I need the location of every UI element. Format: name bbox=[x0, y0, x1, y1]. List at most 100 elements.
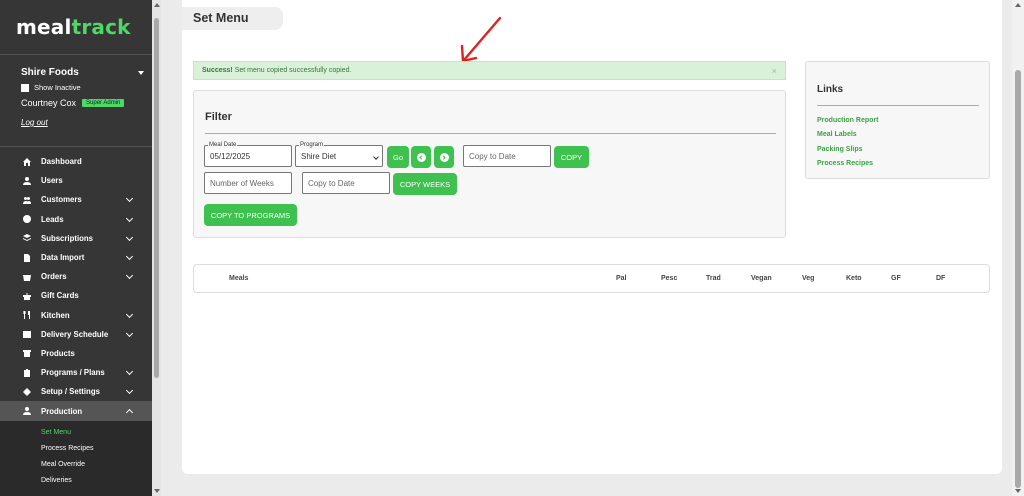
subnav-item-process-recipes[interactable]: Process Recipes bbox=[0, 441, 152, 457]
sidebar-item-label: Users bbox=[41, 176, 63, 186]
divider bbox=[817, 105, 979, 106]
calendar-icon bbox=[23, 331, 31, 339]
sidebar-item-label: Data Import bbox=[41, 253, 85, 263]
program-value: Shire Diet bbox=[301, 151, 337, 161]
user-icon bbox=[23, 176, 31, 185]
sidebar-scrollbar[interactable] bbox=[152, 0, 161, 496]
sidebar-item-customers[interactable]: Customers bbox=[0, 190, 152, 209]
subnav-item-set-menu[interactable]: Set Menu bbox=[0, 425, 152, 441]
sidebar-item-production[interactable]: Production bbox=[0, 401, 152, 421]
copy-to-date-weeks-input[interactable]: Copy to Date bbox=[302, 172, 390, 194]
prev-date-button[interactable] bbox=[411, 146, 431, 168]
subnav-item-meal-override[interactable]: Meal Override bbox=[0, 457, 152, 473]
chevron-down-icon bbox=[125, 310, 134, 318]
sidebar-item-kitchen[interactable]: Kitchen bbox=[0, 306, 152, 325]
link-meal-labels[interactable]: Meal Labels bbox=[817, 131, 857, 138]
meal-date-label: Meal Date bbox=[208, 141, 238, 149]
chevron-down-icon bbox=[373, 154, 379, 160]
sidebar-item-products[interactable]: Products bbox=[0, 344, 152, 363]
logo-text-meal: meal bbox=[16, 15, 72, 39]
column-header-vegan[interactable]: Vegan bbox=[751, 275, 772, 282]
user-icon bbox=[23, 407, 31, 416]
scroll-up-icon[interactable] bbox=[1015, 3, 1021, 7]
page-scroll-thumb[interactable] bbox=[1015, 70, 1021, 488]
sidebar-item-programs-plans[interactable]: Programs / Plans bbox=[0, 363, 152, 382]
copy-weeks-button[interactable]: COPY WEEKS bbox=[393, 173, 457, 195]
sidebar-item-label: Orders bbox=[41, 272, 67, 282]
scroll-up-icon[interactable] bbox=[154, 3, 160, 7]
gear-icon bbox=[23, 387, 31, 396]
sidebar-item-label: Kitchen bbox=[41, 310, 70, 320]
column-header-keto[interactable]: Keto bbox=[846, 275, 862, 282]
chevron-down-icon bbox=[125, 368, 134, 376]
alert-strong: Success! bbox=[202, 67, 233, 74]
logo-text-track: track bbox=[71, 15, 131, 39]
column-header-pesc[interactable]: Pesc bbox=[661, 275, 677, 282]
link-process-recipes[interactable]: Process Recipes bbox=[817, 160, 873, 167]
sidebar-scroll-thumb[interactable] bbox=[154, 18, 159, 378]
sidebar-item-data-import[interactable]: Data Import bbox=[0, 248, 152, 267]
meal-date-value: 05/12/2025 bbox=[210, 151, 251, 161]
sidebar-item-label: Delivery Schedule bbox=[41, 329, 109, 339]
sidebar-item-label: Dashboard bbox=[41, 157, 82, 167]
column-header-df[interactable]: DF bbox=[936, 275, 945, 282]
go-button[interactable]: Go bbox=[387, 146, 409, 168]
sidebar-item-label: Subscriptions bbox=[41, 233, 93, 243]
program-select[interactable]: Program Shire Diet bbox=[295, 141, 383, 167]
column-header-trad[interactable]: Trad bbox=[706, 275, 721, 282]
page-scrollbar[interactable] bbox=[1012, 0, 1024, 496]
chevron-right-icon bbox=[439, 152, 449, 162]
page-title: Set Menu bbox=[182, 7, 283, 30]
link-packing-slips[interactable]: Packing Slips bbox=[817, 146, 863, 153]
subnav-item-deliveries[interactable]: Deliveries bbox=[0, 473, 152, 489]
chevron-down-icon bbox=[125, 214, 134, 222]
next-date-button[interactable] bbox=[434, 146, 454, 168]
alert-close-icon[interactable]: × bbox=[772, 66, 777, 76]
account-name[interactable]: Shire Foods bbox=[21, 67, 152, 78]
filter-title: Filter bbox=[205, 111, 232, 123]
number-of-weeks-input[interactable]: Number of Weeks bbox=[204, 172, 292, 194]
column-header-pal[interactable]: Pal bbox=[616, 275, 627, 282]
meal-date-field[interactable]: Meal Date 05/12/2025 bbox=[204, 141, 292, 167]
show-inactive-row[interactable]: Show Inactive bbox=[21, 83, 152, 92]
column-header-veg[interactable]: Veg bbox=[802, 275, 814, 282]
divider bbox=[205, 133, 776, 134]
scroll-down-icon[interactable] bbox=[154, 489, 160, 493]
sidebar-item-setup-settings[interactable]: Setup / Settings bbox=[0, 382, 152, 401]
chevron-down-icon bbox=[125, 252, 134, 260]
sidebar-item-dashboard[interactable]: Dashboard bbox=[0, 152, 152, 171]
logout-link[interactable]: Log out bbox=[21, 118, 48, 127]
box-icon bbox=[23, 350, 31, 358]
sidebar-item-gift-cards[interactable]: Gift Cards bbox=[0, 286, 152, 305]
show-inactive-label: Show Inactive bbox=[34, 83, 81, 92]
copy-to-programs-button[interactable]: COPY TO PROGRAMS bbox=[204, 204, 297, 226]
show-inactive-checkbox[interactable] bbox=[21, 83, 29, 92]
sidebar-item-delivery-schedule[interactable]: Delivery Schedule bbox=[0, 325, 152, 344]
copy-button[interactable]: COPY bbox=[554, 146, 589, 168]
success-alert: Success! Set menu copied successfully co… bbox=[193, 61, 786, 80]
logo[interactable]: meal track bbox=[0, 0, 152, 55]
chevron-down-icon bbox=[125, 195, 134, 203]
sidebar-item-label: Production bbox=[41, 406, 83, 416]
account-dropdown-icon[interactable] bbox=[138, 71, 144, 75]
sidebar-item-subscriptions[interactable]: Subscriptions bbox=[0, 229, 152, 248]
sidebar-item-users[interactable]: Users bbox=[0, 171, 152, 190]
sidebar-item-label: Products bbox=[41, 348, 75, 358]
scroll-down-icon[interactable] bbox=[1015, 489, 1021, 493]
column-header-meals[interactable]: Meals bbox=[229, 275, 248, 282]
link-production-report[interactable]: Production Report bbox=[817, 117, 878, 124]
sidebar: meal track Shire Foods Show Inactive Cour… bbox=[0, 0, 152, 496]
sidebar-item-orders[interactable]: Orders bbox=[0, 267, 152, 286]
sidebar-item-label: Setup / Settings bbox=[41, 387, 100, 397]
copy-to-date-input[interactable]: Copy to Date bbox=[463, 145, 551, 167]
chevron-down-icon bbox=[125, 329, 134, 337]
sidebar-item-label: Gift Cards bbox=[41, 291, 79, 301]
user-row: Courtney Cox Super Admin bbox=[21, 98, 152, 108]
chevron-down-icon bbox=[125, 233, 134, 241]
chevron-up-icon bbox=[125, 409, 134, 417]
basket-icon bbox=[23, 274, 31, 281]
column-header-gf[interactable]: GF bbox=[891, 275, 901, 282]
main-panel: Set Menu Success! Set menu copied succes… bbox=[182, 0, 1002, 474]
sidebar-item-leads[interactable]: Leads bbox=[0, 210, 152, 229]
meals-table: Meals Pal Pesc Trad Vegan Veg Keto GF DF bbox=[193, 264, 990, 293]
